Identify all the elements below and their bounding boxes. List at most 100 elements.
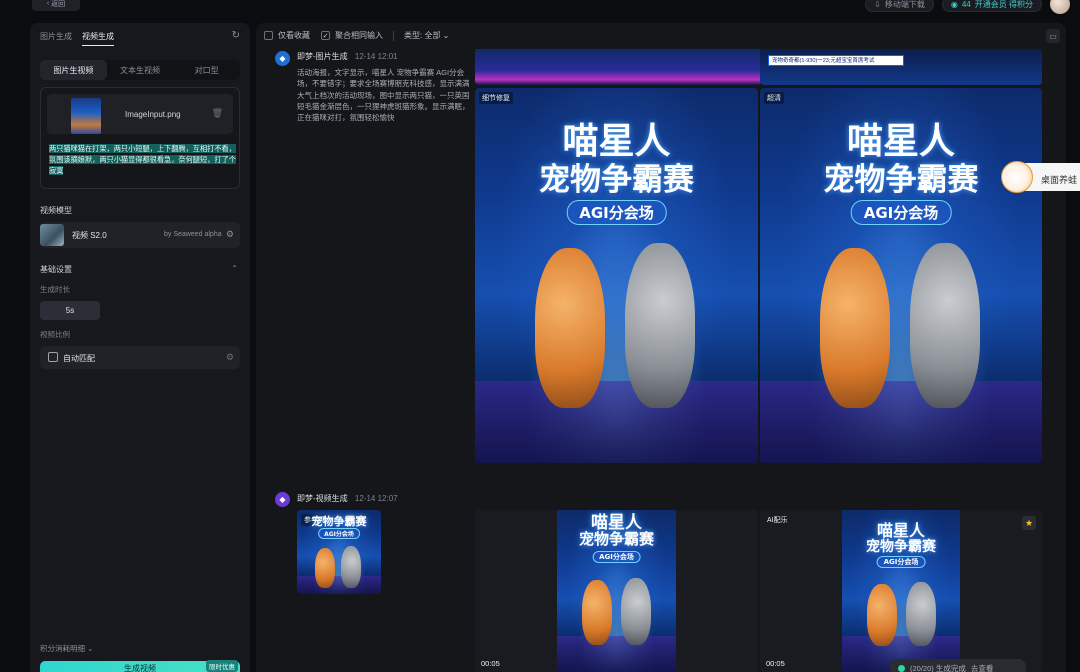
poster-subtitle: AGI分会场 [876,556,926,568]
results-panel: 仅看收藏 ✓ 聚合相同输入 类型: 全部 ⌄ ▭ ◆ 即梦-图片生成 12-14… [256,23,1066,672]
avatar[interactable] [1050,0,1070,14]
sliders-icon[interactable]: ⚙ [226,229,234,240]
message-header: 即梦-图片生成 12-14 12:01 [297,51,398,62]
tabby-cat [621,578,651,645]
image-generation-icon: ◆ [275,51,290,66]
stage-floor [760,380,1042,463]
uploaded-image-thumbnail [71,98,101,134]
back-button[interactable]: ‹ 返回 [32,0,80,11]
points-value: 44 [961,0,971,9]
generate-label: 生成视频 [124,663,156,672]
stage-floor [475,380,758,463]
sliders-icon[interactable]: ⚙ [226,352,234,363]
strip-banner-text: 宠物奇奇都(1-930)一23;元超宝宝首席考试 [768,55,904,66]
mobile-download-button[interactable]: ⇩ 移动端下载 [865,0,934,12]
message-prompt-text: 活动海报，文字显示，喵星人 宠物争霸赛 AGI分会场，不要错字；要求全场赛博朋克… [297,68,470,123]
ratio-selector[interactable]: 自动匹配 ⚙ [40,346,240,369]
star-icon[interactable]: ★ [1022,516,1036,530]
generated-video-2[interactable]: AI配乐 喵星人 宠物争霸赛 AGI分会场 ★ 00:05 [760,510,1042,672]
chevron-up-icon[interactable]: ⌃ [231,264,238,273]
aggregate-filter-label[interactable]: 聚合相同输入 [335,30,383,41]
basic-settings-label: 基础设置 [40,265,72,274]
tabby-cat [625,243,695,408]
poster-subtitle: AGI分会场 [566,200,667,225]
message-header: 即梦-视频生成 12-14 12:07 [297,493,398,504]
aggregate-checkbox[interactable]: ✓ [321,31,330,40]
previous-image-1[interactable] [475,49,761,85]
limited-offer-badge: 限时优惠 [206,660,238,672]
generated-video-1[interactable]: 喵星人 宠物争霸赛 AGI分会场 00:05 [475,510,758,672]
orange-cat [582,580,612,645]
message-source: 即梦-图片生成 [297,52,348,61]
top-right-actions: ⇩ 移动端下载 ◉ 44 开通会员 得积分 [865,0,1070,14]
mode-tabs: 图片生成 视频生成 [40,31,114,46]
points-detail-toggle[interactable]: 积分消耗明细 ⌄ [40,643,93,654]
tabby-cat [341,546,361,588]
download-icon: ⇩ [874,0,881,9]
poster-subtitle: AGI分会场 [592,551,641,563]
tab-video-generation[interactable]: 视频生成 [82,31,114,46]
status-text: (20/20) 生成完成 [910,663,966,672]
prompt-text: 两只猫咪猫在打架，两只小短腿，上下翻腾，互相打不看，氛围该摘娘默，两只小猫显得都… [49,144,236,175]
back-label: 返回 [51,0,66,8]
video-model-label: 视频模型 [40,206,72,215]
file-name: ImageInput.png [125,110,181,119]
image-tag: 超清 [764,92,784,104]
prompt-textarea[interactable]: 两只猫咪猫在打架，两只小短腿，上下翻腾，互相打不看，氛围该摘娘默，两只小猫显得都… [49,143,239,176]
tab-image-generation[interactable]: 图片生成 [40,31,72,46]
generate-video-button[interactable]: 生成视频 限时优惠 [40,660,240,672]
video-sub-tabs: 图片生视频 文本生视频 对口型 [40,60,240,80]
previous-image-2[interactable]: 宠物奇奇都(1-930)一23;元超宝宝首席考试 [760,49,1042,85]
delete-icon[interactable]: 🗑 [212,108,223,119]
orange-cat [867,584,897,646]
ratio-label: 视频比例 [40,330,70,339]
tab-image-to-video[interactable]: 图片生视频 [40,60,107,80]
poster-title-line2: 宠物争霸赛 [539,162,694,198]
generated-image-2[interactable]: 超清 喵星人 宠物争霸赛 AGI分会场 [760,88,1042,463]
uploaded-file-row[interactable]: ImageInput.png 🗑 [47,94,233,134]
status-dot-icon [898,664,905,672]
orange-cat [315,548,335,588]
folder-icon[interactable]: ▭ [1046,29,1060,43]
model-selector[interactable]: 视频 S2.0 by Seaweed alpha ⚙ [40,222,240,248]
model-provider: by Seaweed alpha [164,231,222,238]
reset-icon[interactable]: ↻ [232,30,240,41]
poster-title-line2: 宠物争霸赛 [866,539,936,555]
favorites-filter-label[interactable]: 仅看收藏 [278,30,310,41]
stage-floor [297,575,381,594]
tabby-cat [910,243,980,408]
orange-cat [535,248,605,408]
image-tag: 细节修复 [479,92,513,104]
type-filter-dropdown[interactable]: 类型: 全部 ⌄ [404,30,449,41]
duration-option-5s[interactable]: 5s [40,301,100,320]
tabby-cat [906,582,936,646]
model-thumbnail [40,224,64,246]
message-time: 12-14 12:01 [354,52,398,61]
image-input-card: ImageInput.png 🗑 两只猫咪猫在打架，两只小短腿，上下翻腾，互相打… [40,87,240,189]
points-detail-label: 积分消耗明细 [40,644,85,653]
video-duration: 00:05 [766,659,785,668]
generation-status-pill[interactable]: (20/20) 生成完成 去查看 [890,659,1026,672]
favorites-checkbox[interactable] [264,31,273,40]
model-name: 视频 S2.0 [72,231,107,240]
aspect-ratio-icon [48,352,58,362]
tab-text-to-video[interactable]: 文本生视频 [107,60,174,80]
ai-music-tag: AI配乐 [767,517,788,524]
view-link[interactable]: 去查看 [971,663,994,672]
video-generation-icon: ◆ [275,492,290,507]
generated-image-1[interactable]: 细节修复 喵星人 宠物争霸赛 AGI分会场 [475,88,758,463]
desktop-pet-widget[interactable]: 桌面养蛙 [1001,161,1080,193]
poster-subtitle: AGI分会场 [850,200,952,225]
pet-mascot-icon [1001,161,1033,193]
points-membership-button[interactable]: ◉ 44 开通会员 得积分 [941,0,1042,12]
chevron-down-icon: ⌄ [87,644,94,653]
poster-title-line2: 宠物争霸赛 [578,530,654,548]
poster-title-line2: 宠物争霸赛 [311,515,367,528]
reference-image[interactable]: 参考图 宠物争霸赛 AGI分会场 [297,510,381,594]
pet-label: 桌面养蛙 [1041,175,1078,185]
tab-lip-sync[interactable]: 对口型 [173,60,240,80]
message-time: 12-14 12:07 [354,494,398,503]
orange-cat [820,248,890,408]
video-frame: 喵星人 宠物争霸赛 AGI分会场 [557,510,676,672]
generation-settings-panel: 图片生成 视频生成 ↻ 图片生视频 文本生视频 对口型 ImageInput.p… [30,23,250,672]
